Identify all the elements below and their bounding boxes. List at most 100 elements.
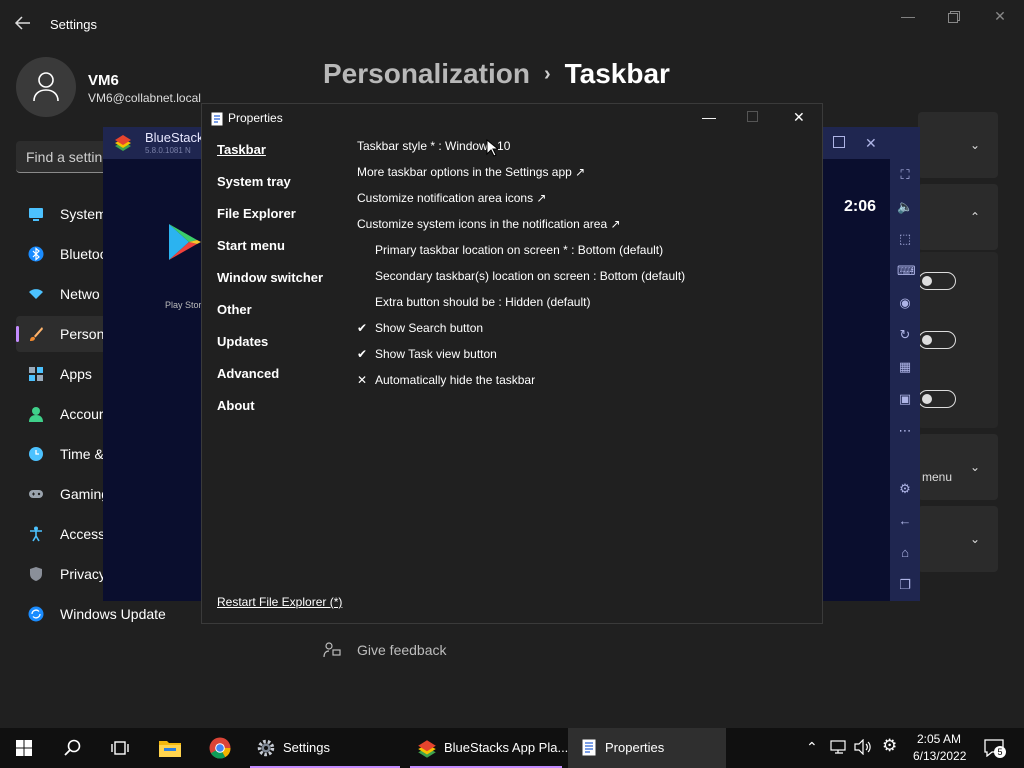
close-icon[interactable]: ✕ [865, 135, 877, 152]
sidebar-item-windows-update[interactable]: Windows Update [16, 596, 206, 632]
page-title: Personalization › Taskbar [323, 58, 670, 90]
close-icon[interactable]: ✕ [793, 109, 805, 126]
keyboard-icon[interactable]: ⌨ [897, 263, 916, 279]
settings-card[interactable]: ⌄ [918, 112, 998, 178]
sidebar-item-label: Time & [60, 446, 104, 462]
task-view-button[interactable] [100, 728, 140, 768]
chevron-down-icon: ⌄ [969, 460, 980, 474]
clock-date[interactable]: 6/13/2022 [913, 749, 966, 763]
start-button[interactable] [4, 728, 44, 768]
notification-icons-link[interactable]: Customize notification area icons ↗ [357, 191, 546, 205]
tab-taskbar[interactable]: Taskbar [217, 142, 266, 157]
sidebar-item-label: Person [60, 326, 105, 342]
maximize-icon[interactable] [833, 135, 845, 151]
chevron-up-icon: ⌃ [969, 210, 980, 224]
cursor-lock-icon[interactable]: ⬚ [897, 231, 913, 247]
system-icons-link[interactable]: Customize system icons in the notificati… [357, 217, 621, 231]
toggle-switch[interactable] [918, 390, 956, 408]
tab-window-switcher[interactable]: Window switcher [217, 270, 323, 285]
app-title: Settings [50, 17, 97, 32]
tab-other[interactable]: Other [217, 302, 252, 317]
dialog-title: Properties [228, 111, 283, 125]
network-icon[interactable] [830, 739, 848, 758]
breadcrumb-parent[interactable]: Personalization [323, 58, 530, 89]
breadcrumb-current: Taskbar [564, 58, 670, 89]
toggle-switch[interactable] [918, 272, 956, 290]
toggle-knob [922, 335, 932, 345]
tab-start-menu[interactable]: Start menu [217, 238, 285, 253]
bluestacks-sidebar: ⛶ 🔈 ⬚ ⌨ ◉ ↻ ▦ ▣ ⋯ ⚙ ← ⌂ ❐ [890, 127, 920, 601]
clock-time[interactable]: 2:05 AM [917, 732, 961, 746]
back-icon[interactable]: ← [897, 513, 913, 529]
apps-icon [28, 366, 44, 382]
back-arrow-icon[interactable] [14, 14, 34, 34]
tab-file-explorer[interactable]: File Explorer [217, 206, 296, 221]
gear-icon[interactable]: ⚙ [897, 481, 913, 497]
autohide-option[interactable]: Automatically hide the taskbar [375, 373, 535, 387]
settings-titlebar: Settings — ✕ [0, 0, 1024, 48]
chevron-up-icon[interactable]: ⌃ [806, 739, 818, 756]
secondary-location-option[interactable]: Secondary taskbar(s) location on screen … [375, 269, 685, 283]
minimize-icon[interactable]: — [702, 109, 716, 125]
chrome-icon [209, 737, 231, 759]
sidebar-item-label: Privacy [60, 566, 106, 582]
extra-button-option[interactable]: Extra button should be : Hidden (default… [375, 295, 590, 309]
restart-explorer-link[interactable]: Restart File Explorer (*) [217, 595, 342, 609]
give-feedback-link[interactable]: Give feedback [323, 641, 447, 664]
rotate-icon[interactable]: ↻ [897, 327, 913, 343]
checkmark-icon: ✔ [357, 321, 368, 335]
close-icon[interactable]: ✕ [985, 8, 1015, 28]
macro-icon[interactable]: ◉ [897, 295, 913, 311]
maximize-icon[interactable] [939, 8, 969, 28]
tab-advanced[interactable]: Advanced [217, 366, 279, 381]
sidebar-item-label: System [60, 206, 107, 222]
avatar[interactable] [16, 57, 76, 117]
shield-icon [28, 566, 44, 582]
instance-manager-icon[interactable]: ▦ [897, 359, 913, 375]
update-icon [28, 606, 44, 622]
home-icon[interactable]: ⌂ [897, 545, 913, 561]
minimize-icon[interactable]: — [893, 8, 923, 28]
more-options-icon[interactable]: ⋯ [897, 423, 913, 439]
show-search-option[interactable]: Show Search button [375, 321, 483, 335]
wifi-icon [28, 286, 44, 302]
settings-card[interactable]: ⌄ [918, 434, 998, 500]
sidebar-item-label: Windows Update [60, 606, 166, 622]
clock-icon [28, 446, 44, 462]
user-email: VM6@collabnet.local [88, 91, 201, 105]
notification-center-button[interactable]: 5 [980, 728, 1010, 768]
gear-icon[interactable]: ⚙ [882, 736, 897, 756]
taskbar-app-settings[interactable]: Settings [250, 728, 400, 768]
settings-card-expanded[interactable]: ⌃ [918, 184, 998, 250]
checkmark-icon: ✔ [357, 347, 368, 361]
chrome-button[interactable] [200, 728, 240, 768]
apk-install-icon[interactable]: ▣ [897, 391, 913, 407]
volume-icon[interactable] [854, 738, 872, 758]
play-store-label[interactable]: Play Stor [165, 300, 202, 310]
volume-icon[interactable]: 🔈 [897, 199, 913, 215]
search-button[interactable] [52, 728, 92, 768]
taskbar-app-bluestacks[interactable]: BlueStacks App Pla... [410, 728, 568, 768]
file-explorer-button[interactable] [150, 728, 190, 768]
mouse-pointer-icon [486, 138, 500, 162]
show-taskview-option[interactable]: Show Task view button [375, 347, 497, 361]
fullscreen-icon[interactable]: ⛶ [897, 167, 913, 183]
tab-updates[interactable]: Updates [217, 334, 268, 349]
tab-system-tray[interactable]: System tray [217, 174, 291, 189]
chevron-down-icon: ⌄ [969, 138, 980, 152]
primary-location-option[interactable]: Primary taskbar location on screen * : B… [375, 243, 663, 257]
cross-icon: ✕ [357, 373, 368, 387]
chevron-down-icon: ⌄ [969, 532, 980, 546]
toggle-switch[interactable] [918, 331, 956, 349]
recent-apps-icon[interactable]: ❐ [897, 577, 913, 593]
properties-dialog: Properties — ✕ Taskbar System tray File … [201, 103, 823, 624]
taskbar-app-properties[interactable]: Properties [568, 728, 726, 768]
sidebar-item-label: Gaming [60, 486, 110, 502]
toggle-knob [922, 276, 932, 286]
brush-icon [28, 326, 44, 342]
selection-indicator [16, 326, 19, 342]
bluestacks-version: 5.8.0.1081 N [145, 146, 191, 155]
settings-card[interactable]: ⌄ [918, 506, 998, 572]
settings-app-link[interactable]: More taskbar options in the Settings app… [357, 165, 585, 179]
tab-about[interactable]: About [217, 398, 255, 413]
